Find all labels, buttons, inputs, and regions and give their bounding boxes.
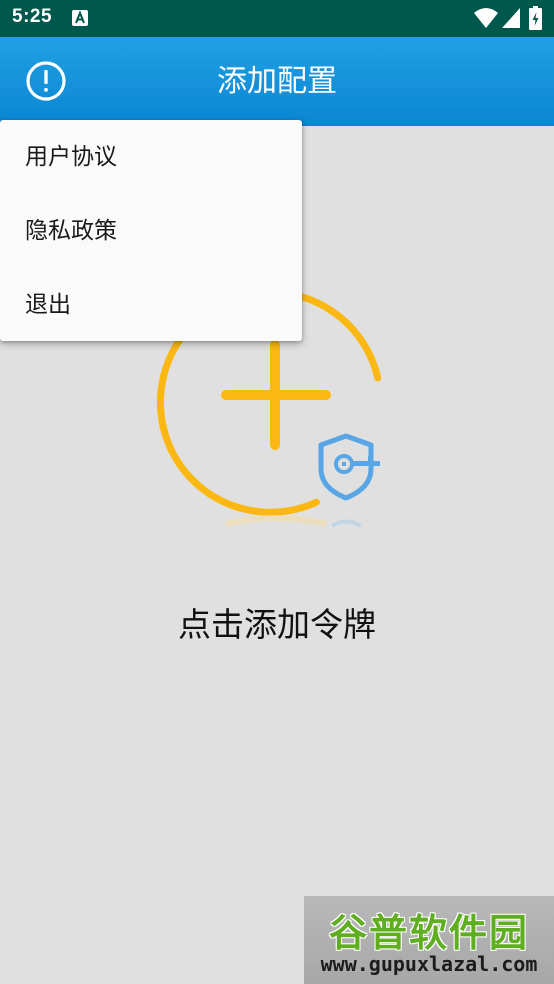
watermark-url: www.gupuxlazal.com — [320, 952, 538, 976]
app-bar: 添加配置 — [0, 37, 554, 126]
signal-icon — [502, 8, 520, 28]
status-bar: 5:25 — [0, 0, 554, 37]
battery-icon — [529, 6, 542, 30]
page-title: 添加配置 — [217, 64, 337, 99]
graphic-reflection — [225, 515, 363, 528]
menu-item-user-agreement[interactable]: 用户协议 — [0, 120, 302, 194]
info-icon[interactable] — [22, 57, 70, 105]
menu-item-exit[interactable]: 退出 — [0, 268, 302, 342]
status-time: 5:25 — [12, 6, 53, 27]
overflow-menu: 用户协议 隐私政策 退出 — [0, 120, 302, 341]
watermark: 谷普软件园 www.gupuxlazal.com — [304, 896, 554, 984]
add-token-label[interactable]: 点击添加令牌 — [0, 598, 554, 646]
a-notification-icon — [72, 10, 88, 26]
shield-key-icon — [318, 433, 380, 501]
menu-item-privacy-policy[interactable]: 隐私政策 — [0, 194, 302, 268]
wifi-icon — [474, 8, 498, 28]
watermark-logo: 谷普软件园 — [328, 911, 529, 955]
